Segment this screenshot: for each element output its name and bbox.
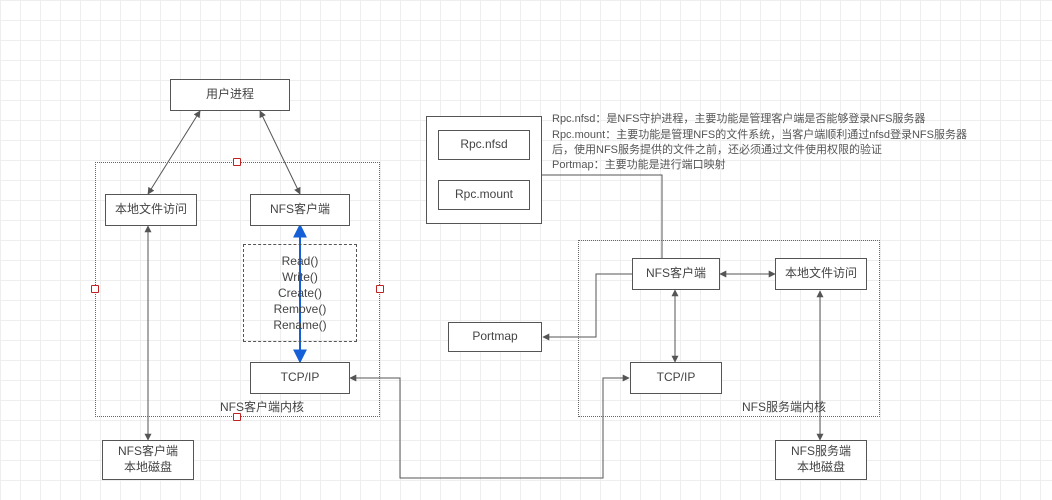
selection-handle <box>91 285 99 293</box>
rpc-mount-box: Rpc.mount <box>438 180 530 210</box>
server-kernel-label: NFS服务端内核 <box>742 398 826 415</box>
server-disk-box: NFS服务端 本地磁盘 <box>775 440 867 480</box>
portmap-box: Portmap <box>448 322 542 352</box>
note-rpc-nfsd: Rpc.nfsd：是NFS守护进程，主要功能是管理客户端是否能够登录NFS服务器 <box>552 112 972 127</box>
client-disk-box: NFS客户端 本地磁盘 <box>102 440 194 480</box>
local-file-left-box: 本地文件访问 <box>105 194 197 226</box>
note-rpc-mount: Rpc.mount：主要功能是管理NFS的文件系统，当客户端顺利通过nfsd登录… <box>552 128 972 158</box>
selection-handle <box>233 158 241 166</box>
user-process-box: 用户进程 <box>170 79 290 111</box>
selection-handle <box>376 285 384 293</box>
tcpip-left-box: TCP/IP <box>250 362 350 394</box>
local-file-right-box: 本地文件访问 <box>775 258 867 290</box>
diagram-canvas: NFS客户端内核 用户进程 本地文件访问 NFS客户端 Read() Write… <box>0 0 1052 500</box>
note-portmap: Portmap：主要功能是进行端口映射 <box>552 158 972 173</box>
nfs-client-right-box: NFS客户端 <box>632 258 720 290</box>
nfs-client-left-box: NFS客户端 <box>250 194 350 226</box>
tcpip-right-box: TCP/IP <box>630 362 722 394</box>
rpc-nfsd-box: Rpc.nfsd <box>438 130 530 160</box>
rpc-ops-box: Read() Write() Create() Remove() Rename(… <box>243 244 357 342</box>
selection-handle <box>233 413 241 421</box>
